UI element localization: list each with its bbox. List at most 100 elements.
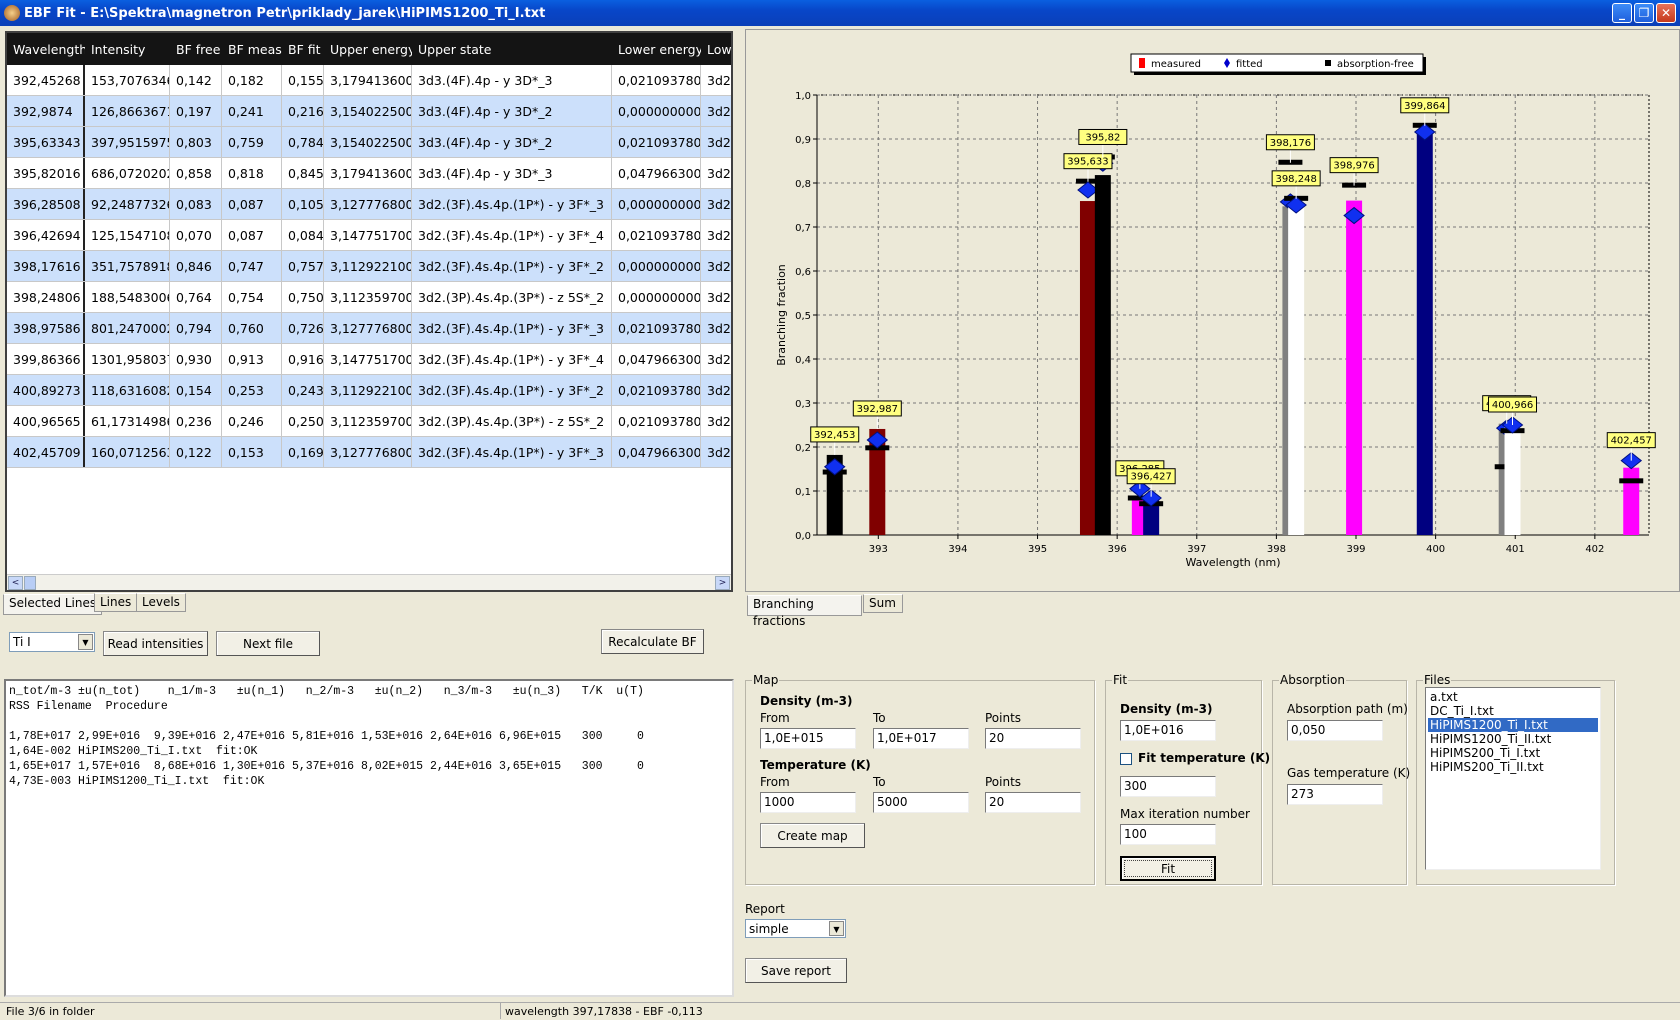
- table-cell[interactable]: 0,087: [222, 189, 282, 219]
- table-row[interactable]: 400,96565 61,17314986 0,236 0,246 0,250 3,112…: [7, 406, 731, 437]
- table-cell[interactable]: 118,6316082: [85, 375, 170, 405]
- file-item[interactable]: HiPIMS1200_Ti_I.txt: [1428, 718, 1598, 732]
- table-cell[interactable]: 0,858: [170, 158, 222, 188]
- table-row[interactable]: 395,82016 686,0720202 0,858 0,818 0,845 3,179…: [7, 158, 731, 189]
- table-cell[interactable]: 0,930: [170, 344, 222, 374]
- table-cell[interactable]: 0,757: [282, 251, 324, 281]
- table-cell[interactable]: 402,45709: [7, 437, 85, 467]
- table-cell[interactable]: 3d2.: [701, 96, 731, 126]
- report-textarea[interactable]: n_tot/m-3 ±u(n_tot) n_1/m-3 ±u(n_1) n_2/…: [4, 679, 734, 997]
- table-cell[interactable]: 0,818: [222, 158, 282, 188]
- table-cell[interactable]: 0,760: [222, 313, 282, 343]
- table-row[interactable]: 398,97586 801,2470002 0,794 0,760 0,726 3,127…: [7, 313, 731, 344]
- table-cell[interactable]: 0,726: [282, 313, 324, 343]
- file-item[interactable]: HiPIMS200_Ti_II.txt: [1428, 760, 1598, 774]
- table-cell[interactable]: 398,17616: [7, 251, 85, 281]
- column-header[interactable]: Lower state: [701, 33, 731, 65]
- table-cell[interactable]: 0,241: [222, 96, 282, 126]
- table-cell[interactable]: 0,747: [222, 251, 282, 281]
- table-cell[interactable]: 3,127776800: [324, 437, 412, 467]
- table-cell[interactable]: 3d3.(4F).4p - y 3D*_2: [412, 96, 612, 126]
- table-cell[interactable]: 3d2.: [701, 189, 731, 219]
- temp-to-input[interactable]: 5000: [873, 792, 969, 813]
- table-cell[interactable]: 3,147751700: [324, 220, 412, 250]
- table-row[interactable]: 392,45268 153,7076346 0,142 0,182 0,155 3,179…: [7, 65, 731, 96]
- table-cell[interactable]: 3d2.: [701, 344, 731, 374]
- table-cell[interactable]: 3,154022500: [324, 127, 412, 157]
- table-cell[interactable]: 3d2.(3F).4s.4p.(1P*) - y 3F*_4: [412, 344, 612, 374]
- table-cell[interactable]: 3,127776800: [324, 189, 412, 219]
- table-cell[interactable]: 400,89273: [7, 375, 85, 405]
- fit-temperature-input[interactable]: 300: [1120, 776, 1216, 797]
- tab-levels[interactable]: Levels: [136, 593, 186, 612]
- column-header[interactable]: BF free: [170, 33, 222, 65]
- table-cell[interactable]: 0,169: [282, 437, 324, 467]
- file-item[interactable]: DC_Ti_I.txt: [1428, 704, 1598, 718]
- horizontal-scrollbar[interactable]: < >: [7, 574, 731, 590]
- table-cell[interactable]: 3d2.(3F).4s.4p.(1P*) - y 3F*_4: [412, 220, 612, 250]
- dropdown-arrow-icon[interactable]: ▼: [829, 921, 844, 936]
- report-mode-select[interactable]: simple ▼: [745, 919, 846, 938]
- table-cell[interactable]: 3,179413600: [324, 158, 412, 188]
- table-cell[interactable]: 0,047966300: [612, 437, 701, 467]
- table-cell[interactable]: 0,083: [170, 189, 222, 219]
- table-cell[interactable]: 0,021093780: [612, 375, 701, 405]
- table-cell[interactable]: 0,000000000: [612, 251, 701, 281]
- temp-from-input[interactable]: 1000: [760, 792, 856, 813]
- table-cell[interactable]: 3d2.: [701, 127, 731, 157]
- table-cell[interactable]: 3d2.(3F).4s.4p.(1P*) - y 3F*_2: [412, 375, 612, 405]
- absorption-path-input[interactable]: 0,050: [1287, 720, 1383, 741]
- table-cell[interactable]: 3,179413600: [324, 65, 412, 95]
- table-cell[interactable]: 0,105: [282, 189, 324, 219]
- table-cell[interactable]: 0,243: [282, 375, 324, 405]
- file-item[interactable]: HiPIMS200_Ti_I.txt: [1428, 746, 1598, 760]
- table-cell[interactable]: 0,155: [282, 65, 324, 95]
- table-row[interactable]: 392,9874 126,8663671 0,197 0,241 0,216 3,1540…: [7, 96, 731, 127]
- column-header[interactable]: Upper energy: [324, 33, 412, 65]
- density-from-input[interactable]: 1,0E+015: [760, 728, 856, 749]
- table-cell[interactable]: 0,021093780: [612, 127, 701, 157]
- table-cell[interactable]: 3,154022500: [324, 96, 412, 126]
- maximize-button[interactable]: ❐: [1634, 3, 1654, 23]
- tab-lines[interactable]: Lines: [94, 593, 138, 612]
- table-cell[interactable]: 3d3.(4F).4p - y 3D*_3: [412, 158, 612, 188]
- table-cell[interactable]: 3,127776800: [324, 313, 412, 343]
- table-cell[interactable]: 0,764: [170, 282, 222, 312]
- table-cell[interactable]: 0,000000000: [612, 189, 701, 219]
- density-points-input[interactable]: 20: [985, 728, 1081, 749]
- table-cell[interactable]: 3d2.(3P).4s.4p.(3P*) - z 5S*_2: [412, 406, 612, 436]
- table-cell[interactable]: 0,846: [170, 251, 222, 281]
- table-cell[interactable]: 400,96565: [7, 406, 85, 436]
- table-cell[interactable]: 0,916: [282, 344, 324, 374]
- minimize-button[interactable]: _: [1612, 3, 1632, 23]
- table-cell[interactable]: 92,24877326: [85, 189, 170, 219]
- table-cell[interactable]: 3d3.(4F).4p - y 3D*_2: [412, 127, 612, 157]
- table-cell[interactable]: 801,2470002: [85, 313, 170, 343]
- table-cell[interactable]: 3d2.(3F).4s.4p.(1P*) - y 3F*_3: [412, 189, 612, 219]
- table-cell[interactable]: 0,759: [222, 127, 282, 157]
- fit-button[interactable]: Fit: [1120, 856, 1216, 881]
- table-cell[interactable]: 3d2.: [701, 220, 731, 250]
- file-item[interactable]: HiPIMS1200_Ti_II.txt: [1428, 732, 1598, 746]
- table-cell[interactable]: 0,253: [222, 375, 282, 405]
- column-header[interactable]: Intensity: [85, 33, 170, 65]
- close-button[interactable]: ✕: [1656, 3, 1676, 23]
- table-cell[interactable]: 0,021093780: [612, 220, 701, 250]
- table-cell[interactable]: 395,82016: [7, 158, 85, 188]
- table-row[interactable]: 396,42694 125,1547108 0,070 0,087 0,084 3,147…: [7, 220, 731, 251]
- table-cell[interactable]: 351,7578918: [85, 251, 170, 281]
- read-intensities-button[interactable]: Read intensities: [103, 631, 208, 656]
- table-row[interactable]: 399,86366 1301,958037 0,930 0,913 0,916 3,147…: [7, 344, 731, 375]
- species-select[interactable]: Ti I ▼: [9, 632, 95, 652]
- table-cell[interactable]: 686,0720202: [85, 158, 170, 188]
- temp-points-input[interactable]: 20: [985, 792, 1081, 813]
- create-map-button[interactable]: Create map: [760, 823, 865, 848]
- table-cell[interactable]: 392,45268: [7, 65, 85, 95]
- table-cell[interactable]: 0,216: [282, 96, 324, 126]
- table-cell[interactable]: 3d3.(4F).4p - y 3D*_3: [412, 65, 612, 95]
- table-cell[interactable]: 396,28508: [7, 189, 85, 219]
- column-header[interactable]: Upper state: [412, 33, 612, 65]
- table-cell[interactable]: 0,122: [170, 437, 222, 467]
- files-listbox[interactable]: a.txt DC_Ti_I.txt HiPIMS1200_Ti_I.txt HiPIM…: [1425, 687, 1601, 870]
- gas-temperature-input[interactable]: 273: [1287, 784, 1383, 805]
